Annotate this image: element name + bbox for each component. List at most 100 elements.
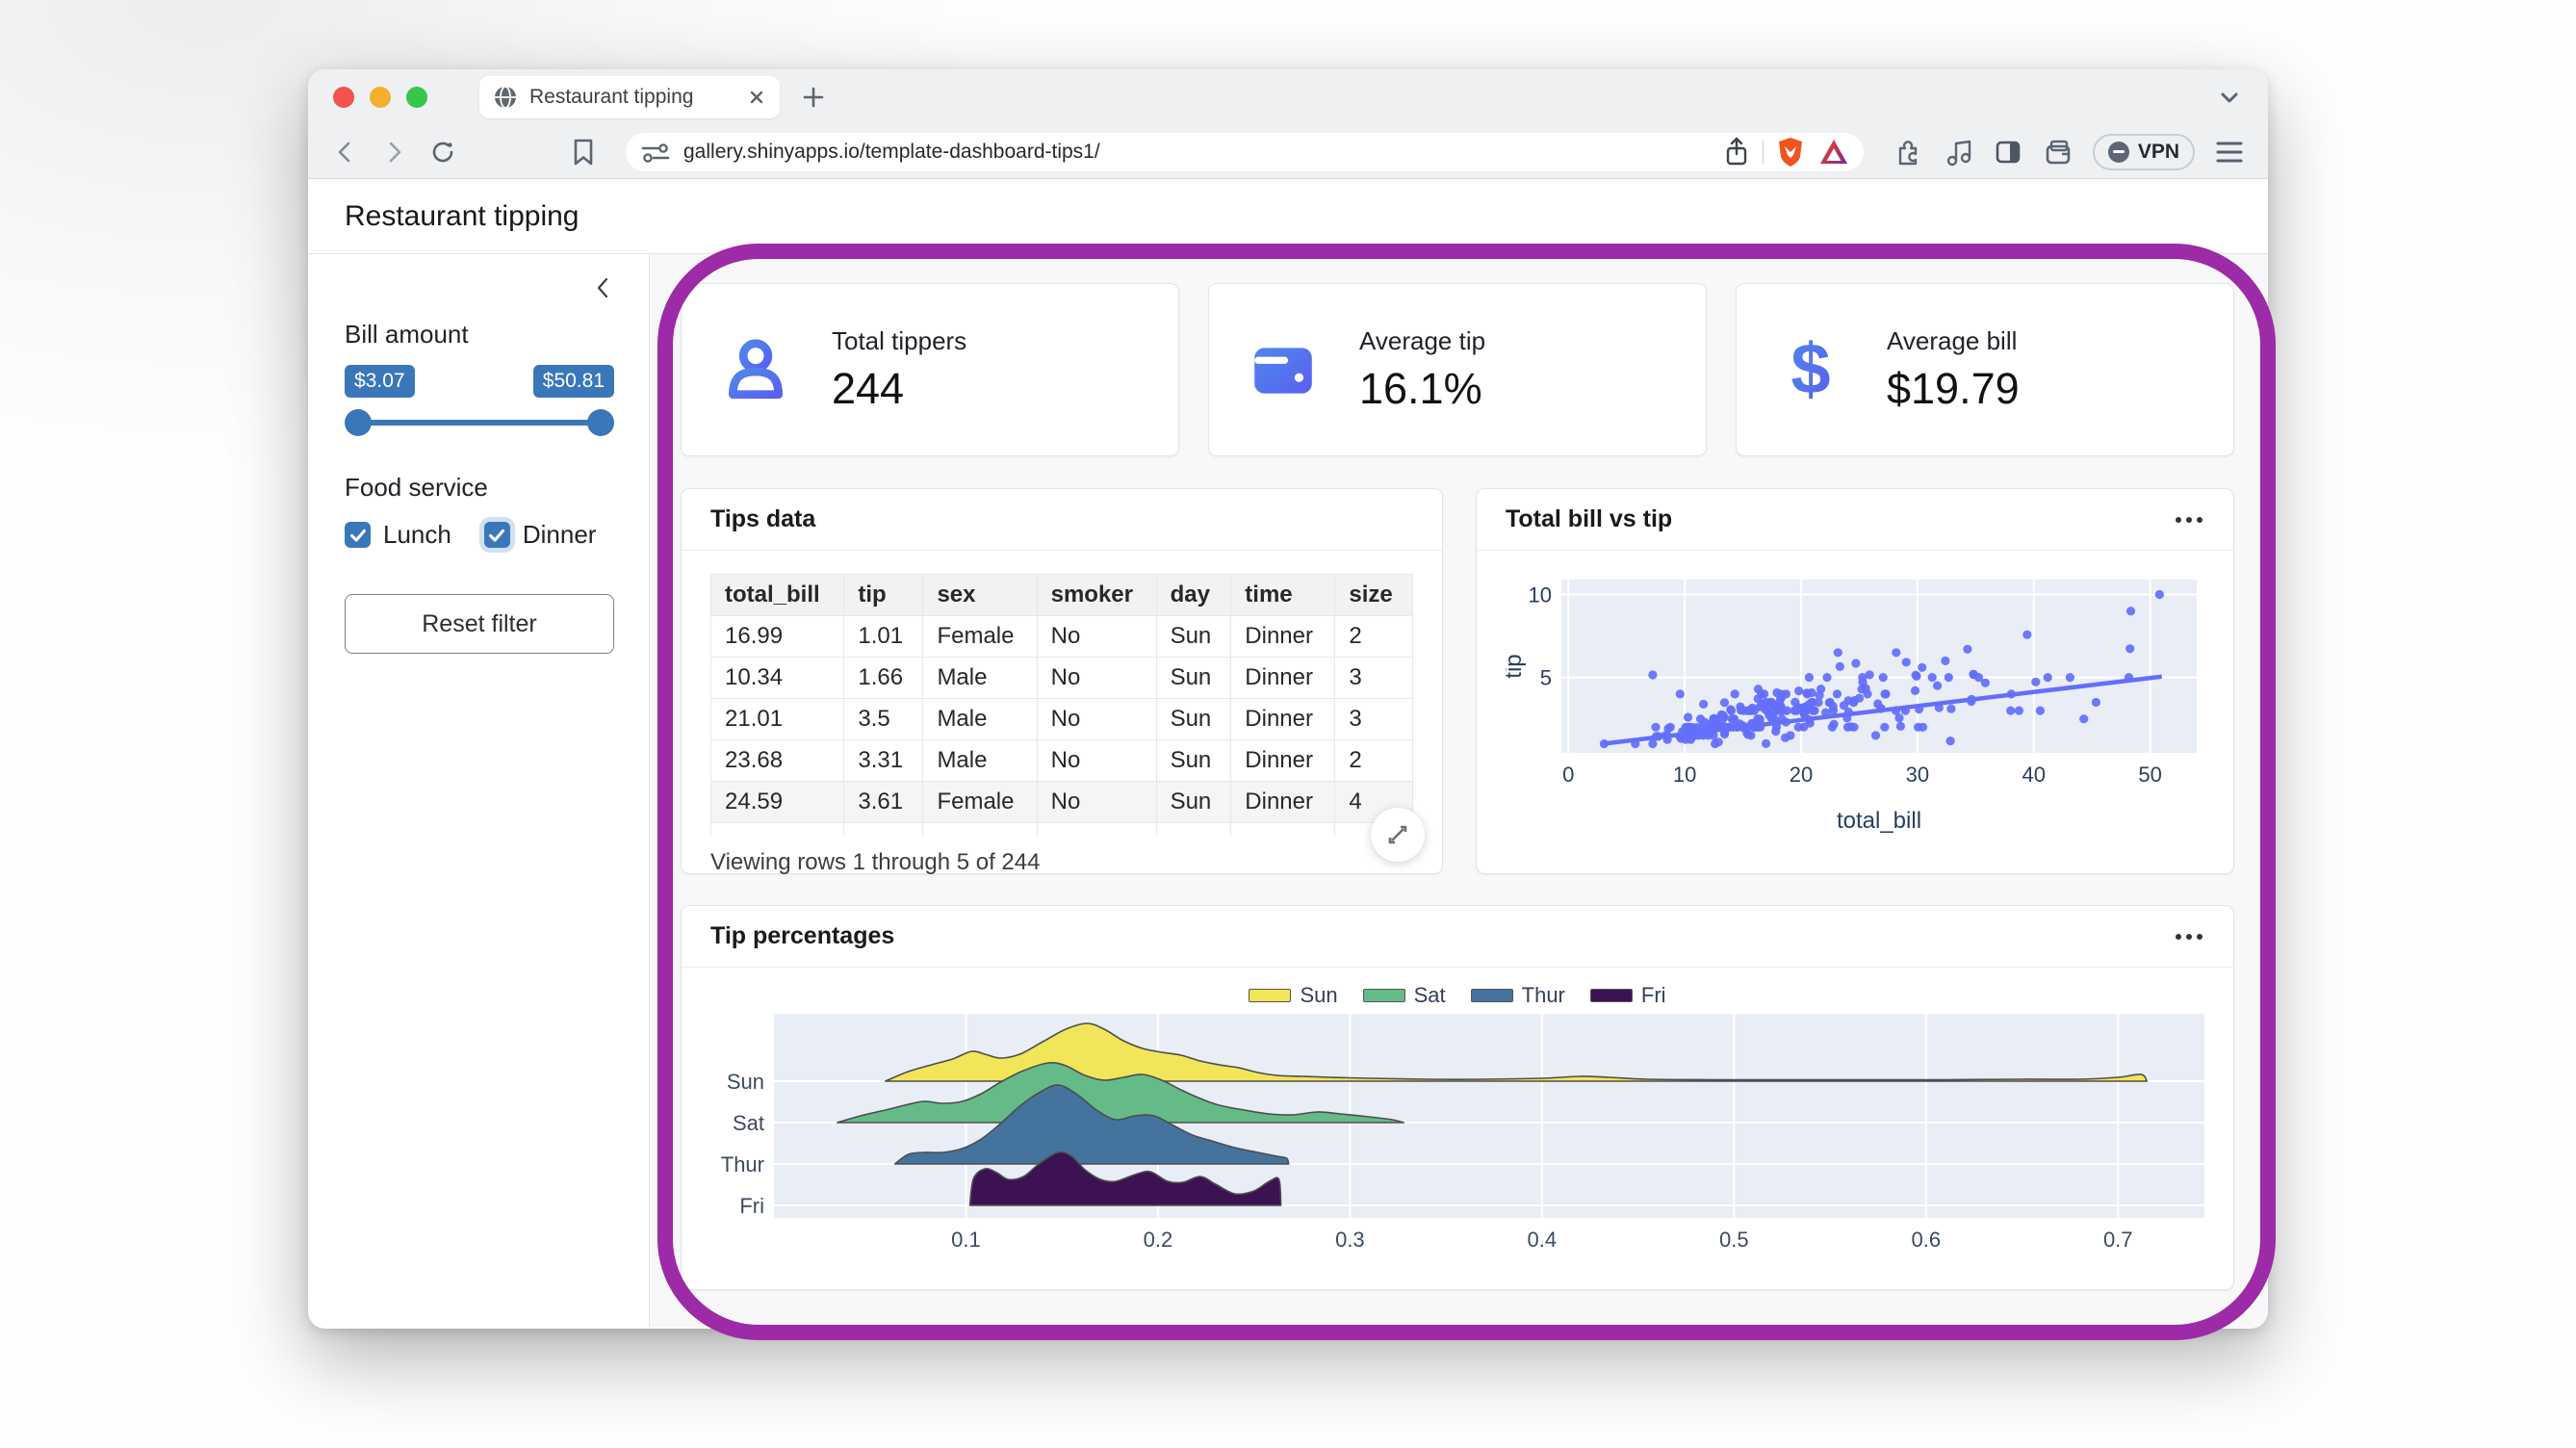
bill-amount-label: Bill amount [345,320,614,349]
close-window-button[interactable] [333,87,354,108]
table-cell: No [1037,616,1156,658]
legend-item-sat[interactable]: Sat [1363,983,1446,1008]
lunch-checkbox-box[interactable] [345,522,371,548]
expand-table-button[interactable] [1371,808,1425,862]
table-cell: Sun [1156,740,1231,782]
card-menu-icon[interactable] [2174,928,2204,945]
table-cell: Male [923,658,1037,699]
svg-text:Sat: Sat [733,1111,764,1135]
bat-rewards-icon[interactable] [1817,137,1850,168]
legend-label: Sat [1414,983,1446,1008]
bookmark-icon[interactable] [570,137,597,168]
back-button[interactable] [331,138,360,167]
table-row[interactable]: 10.341.66MaleNoSunDinner3 [711,658,1413,699]
table-cell: 10.34 [711,658,844,699]
tips-table: total_billtipsexsmokerdaytimesize 16.991… [710,574,1413,836]
table-cell: 3 [1335,658,1413,699]
forward-button[interactable] [379,138,408,167]
table-cell: 3.31 [844,740,923,782]
browser-tab[interactable]: Restaurant tipping [479,76,780,118]
legend-swatch [1471,989,1513,1002]
divider [1763,141,1764,164]
slider-track[interactable] [356,420,603,426]
tab-search-chevron-icon[interactable] [2216,84,2243,111]
legend-item-fri[interactable]: Fri [1590,983,1666,1008]
ridgeline-plot: 0.10.20.30.40.50.60.7SunSatThurFri [697,1014,2218,1260]
extensions-puzzle-icon[interactable] [1893,137,1923,168]
menu-hamburger-icon[interactable] [2214,139,2245,166]
media-note-icon[interactable] [1943,137,1973,168]
maximize-window-button[interactable] [406,87,427,108]
svg-text:40: 40 [2022,763,2046,787]
share-icon[interactable] [1722,136,1751,168]
card-title: Total bill vs tip [1506,505,2174,533]
url-text[interactable]: gallery.shinyapps.io/template-dashboard-… [683,141,1711,164]
new-tab-button[interactable] [801,85,826,110]
table-row[interactable]: 16.991.01FemaleNoSunDinner2 [711,616,1413,658]
table-cell: Sun [1156,699,1231,740]
wallet-icon [1248,334,1319,405]
table-cell: 2 [1335,616,1413,658]
sidebar-toggle-icon[interactable] [1993,137,2023,168]
browser-tab-bar: Restaurant tipping [308,69,2268,125]
brave-shield-icon[interactable] [1775,136,1806,168]
table-row[interactable]: 23.683.31MaleNoSunDinner2 [711,740,1413,782]
table-cell: Male [923,699,1037,740]
vpn-button[interactable]: VPN [2093,134,2195,170]
reload-button[interactable] [427,137,458,168]
svg-text:0.3: 0.3 [1335,1228,1365,1252]
dinner-checkbox-box[interactable] [484,522,510,548]
app-header: Restaurant tipping [308,179,2268,254]
column-header: day [1156,575,1231,616]
valuebox-total-tippers: Total tippers 244 [681,283,1179,456]
slider-handle-min[interactable] [345,409,372,436]
bill-amount-slider: $3.07 $50.81 [345,365,614,444]
main-content: Total tippers 244 [650,254,2268,1328]
table-cell: No [1037,782,1156,823]
checkbox-dinner[interactable]: Dinner [484,520,597,550]
slider-handle-max[interactable] [587,409,614,436]
valuebox-title: Total tippers [832,326,966,356]
table-cell: 24.59 [711,782,844,823]
card-title: Tip percentages [710,922,2174,950]
svg-text:0.7: 0.7 [2103,1228,2133,1252]
table-row[interactable]: 21.013.5MaleNoSunDinner3 [711,699,1413,740]
checkbox-lunch[interactable]: Lunch [345,520,451,550]
close-tab-icon[interactable] [747,88,766,107]
table-cell: No [1037,740,1156,782]
svg-text:$: $ [1790,334,1830,405]
table-row[interactable]: 24.593.61FemaleNoSunDinner4 [711,782,1413,823]
browser-toolbar: gallery.shinyapps.io/template-dashboard-… [308,125,2268,179]
tips-table-scroll[interactable]: total_billtipsexsmokerdaytimesize 16.991… [710,574,1413,836]
reset-filter-button[interactable]: Reset filter [345,594,614,654]
table-cell: Dinner [1231,740,1335,782]
column-header: sex [923,575,1037,616]
svg-text:20: 20 [1790,763,1813,787]
screen: Restaurant tipping [0,0,2576,1448]
tips-data-card: Tips data total_billtipsexsmokerdaytimes… [681,488,1443,874]
svg-text:0.5: 0.5 [1719,1228,1749,1252]
svg-text:tip: tip [1506,654,1527,678]
card-menu-icon[interactable] [2174,511,2204,529]
legend-item-thur[interactable]: Thur [1471,983,1565,1008]
scatter-plot: 01020304050510total_billtip [1506,568,2206,857]
table-cell: No [1037,699,1156,740]
svg-text:Sun: Sun [727,1070,764,1094]
minimize-window-button[interactable] [370,87,391,108]
column-header: size [1335,575,1413,616]
tab-title: Restaurant tipping [529,86,735,109]
wallet-icon-toolbar[interactable] [2043,137,2074,168]
slider-max-bubble: $50.81 [533,365,614,398]
valuebox-value: 244 [832,364,966,414]
legend-label: Thur [1522,983,1565,1008]
svg-text:0.4: 0.4 [1528,1228,1558,1252]
valuebox-average-bill: $ Average bill $19.79 [1736,283,2234,456]
table-cell: Male [923,740,1037,782]
url-bar[interactable]: gallery.shinyapps.io/template-dashboard-… [626,133,1864,171]
legend-label: Sun [1300,983,1337,1008]
dinner-label: Dinner [523,520,597,550]
legend-item-sun[interactable]: Sun [1249,983,1337,1008]
site-settings-icon[interactable] [639,138,672,167]
sidebar-collapse-icon[interactable] [591,274,614,301]
table-cell: Dinner [1231,699,1335,740]
